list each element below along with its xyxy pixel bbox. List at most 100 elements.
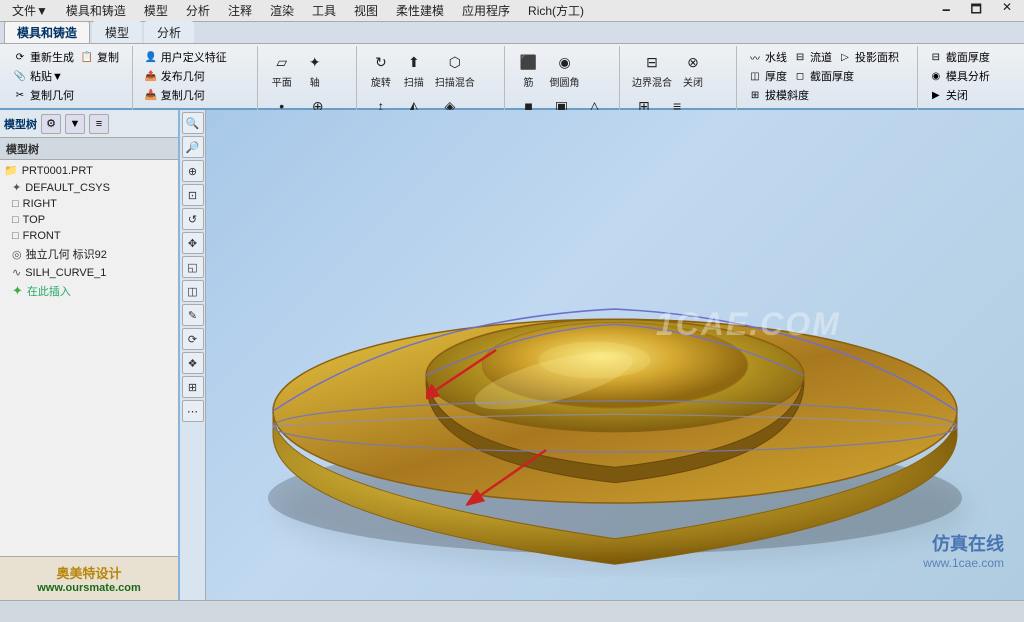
tree-item-3[interactable]: □TOP bbox=[0, 212, 178, 228]
menu-file[interactable]: 文件▼ bbox=[4, 0, 56, 21]
btn-waterline[interactable]: 〰 水线 bbox=[745, 48, 789, 66]
btn-copy-geom2[interactable]: 📥 复制几何 bbox=[141, 86, 207, 104]
tree-item-2[interactable]: □RIGHT bbox=[0, 196, 178, 212]
copy-geom-icon: ✂ bbox=[12, 87, 28, 103]
side-toolbar: 🔍 🔎 ⊕ ⊡ ↺ ✥ ◱ ◫ ✎ ⟳ ❖ ⊞ ⋯ bbox=[180, 110, 206, 600]
copy-geom2-icon: 📥 bbox=[143, 87, 159, 103]
btn-mold-analysis[interactable]: ◉ 模具分析 bbox=[926, 67, 992, 85]
btn-close[interactable]: ⊗ 关闭 bbox=[677, 48, 709, 91]
section-analysis-icon: ⊟ bbox=[928, 49, 944, 65]
tab-mold[interactable]: 模具和铸造 bbox=[4, 21, 90, 43]
getdata-buttons: 👤 用户定义特征 📤 发布几何 📥 复制几何 bbox=[141, 46, 251, 106]
side-pan[interactable]: ✥ bbox=[182, 232, 204, 254]
side-zoom-area[interactable]: ⊕ bbox=[182, 160, 204, 182]
btn-paste[interactable]: 📎 粘贴▼ bbox=[10, 67, 65, 85]
btn-copy-geom[interactable]: ✂ 复制几何 bbox=[10, 86, 76, 104]
btn-axis[interactable]: ✦ 轴 bbox=[299, 48, 331, 91]
model-tree: 📁PRT0001.PRT✦DEFAULT_CSYS□RIGHT□TOP□FRON… bbox=[0, 160, 178, 556]
btn-runner[interactable]: ⊟ 流道 bbox=[790, 48, 834, 66]
menu-view[interactable]: 视图 bbox=[346, 0, 386, 21]
tree-item-1[interactable]: ✦DEFAULT_CSYS bbox=[0, 179, 178, 196]
website: www.oursmate.com bbox=[6, 582, 172, 594]
menu-analysis[interactable]: 分析 bbox=[178, 0, 218, 21]
revolve-icon: ↻ bbox=[369, 50, 393, 74]
side-zoom-out[interactable]: 🔎 bbox=[182, 136, 204, 158]
side-fit[interactable]: ⊡ bbox=[182, 184, 204, 206]
side-options[interactable]: ❖ bbox=[182, 352, 204, 374]
btn-close-analysis[interactable]: ▶ 关闭 bbox=[926, 86, 970, 104]
ribbon: 模具和铸造 模型 分析 ⟳ 重新生成 📋 复制 📎 粘贴▼ ✂ bbox=[0, 22, 1024, 110]
btn-thickness[interactable]: ◫ 厚度 bbox=[745, 67, 789, 85]
btn-section-thickness[interactable]: ◻ 截面厚度 bbox=[790, 67, 856, 85]
runner-icon: ⊟ bbox=[792, 49, 808, 65]
tree-icon-2: □ bbox=[12, 198, 19, 210]
operations-buttons: ⟳ 重新生成 📋 复制 📎 粘贴▼ ✂ 复制几何 bbox=[10, 46, 126, 106]
side-annotate[interactable]: ✎ bbox=[182, 304, 204, 326]
btn-publish-geom[interactable]: 📤 发布几何 bbox=[141, 67, 207, 85]
btn-fillet[interactable]: ◉ 倒圆角 bbox=[546, 48, 584, 91]
side-section[interactable]: ◫ bbox=[182, 280, 204, 302]
tree-icon-0: 📁 bbox=[4, 164, 18, 177]
btn-copy[interactable]: 📋 复制 bbox=[77, 48, 121, 66]
waterline-icon: 〰 bbox=[747, 49, 763, 65]
menu-flexible[interactable]: 柔性建模 bbox=[388, 0, 452, 21]
side-rotate[interactable]: ↺ bbox=[182, 208, 204, 230]
menu-model[interactable]: 模型 bbox=[136, 0, 176, 21]
side-more[interactable]: ⋯ bbox=[182, 400, 204, 422]
side-zoom-in[interactable]: 🔍 bbox=[182, 112, 204, 134]
btn-boundary-blend[interactable]: ⊟ 边界混合 bbox=[628, 48, 676, 91]
tree-item-5[interactable]: ◎独立几何 标识92 bbox=[0, 244, 178, 264]
btn-rib[interactable]: ⬛ 筋 bbox=[513, 48, 545, 91]
regenerate-icon: ⟳ bbox=[12, 49, 28, 65]
btn-revolve[interactable]: ↻ 旋转 bbox=[365, 48, 397, 91]
side-refresh[interactable]: ⟳ bbox=[182, 328, 204, 350]
side-orient[interactable]: ◱ bbox=[182, 256, 204, 278]
tree-icon-5: ◎ bbox=[12, 248, 22, 261]
side-grid[interactable]: ⊞ bbox=[182, 376, 204, 398]
btn-plane[interactable]: ▱ 平面 bbox=[266, 48, 298, 91]
panel-expand-button[interactable]: ▼ bbox=[65, 114, 85, 134]
menu-annotation[interactable]: 注释 bbox=[220, 0, 260, 21]
menu-applications[interactable]: 应用程序 bbox=[454, 0, 518, 21]
btn-sweep-blend[interactable]: ⬡ 扫描混合 bbox=[431, 48, 479, 91]
btn-proj-area[interactable]: ▷ 投影面积 bbox=[835, 48, 901, 66]
tree-item-4[interactable]: □FRONT bbox=[0, 228, 178, 244]
fillet-icon: ◉ bbox=[553, 50, 577, 74]
tab-analysis[interactable]: 分析 bbox=[144, 21, 194, 43]
menu-render[interactable]: 渲染 bbox=[262, 0, 302, 21]
panel-settings-button[interactable]: ⚙ bbox=[41, 114, 61, 134]
btn-sweep[interactable]: ⬆ 扫描 bbox=[398, 48, 430, 91]
thickness-icon: ◫ bbox=[747, 68, 763, 84]
tree-item-7[interactable]: ✦在此插入 bbox=[0, 281, 178, 301]
insert-icon: ✦ bbox=[12, 283, 23, 299]
panel-title: 模型树 bbox=[4, 116, 37, 132]
btn-draft-slope[interactable]: ⊞ 拔模斜度 bbox=[745, 86, 811, 104]
btn-regenerate[interactable]: ⟳ 重新生成 bbox=[10, 48, 76, 66]
viewport[interactable]: 1CAE.COM 仿真在线 www.1cae.com bbox=[206, 110, 1024, 600]
tab-model[interactable]: 模型 bbox=[92, 21, 142, 43]
close-button[interactable]: ✕ bbox=[994, 0, 1020, 23]
production-buttons: 〰 水线 ⊟ 流道 ▷ 投影面积 ◫ 厚度 ◻ 截面厚度 bbox=[745, 46, 911, 106]
draft-slope-icon: ⊞ bbox=[747, 87, 763, 103]
user-feature-icon: 👤 bbox=[143, 49, 159, 65]
close-analysis-icon: ▶ bbox=[928, 87, 944, 103]
tree-icon-3: □ bbox=[12, 214, 19, 226]
maximize-button[interactable]: 🗖 bbox=[963, 0, 990, 23]
3d-model-svg bbox=[206, 110, 1024, 600]
panel-options-button[interactable]: ≡ bbox=[89, 114, 109, 134]
btn-section-analysis[interactable]: ⊟ 截面厚度 bbox=[926, 48, 992, 66]
ribbon-tabs: 模具和铸造 模型 分析 bbox=[0, 22, 1024, 44]
tree-icon-1: ✦ bbox=[12, 181, 21, 194]
menu-rich[interactable]: Rich(方工) bbox=[520, 0, 592, 21]
tree-item-0[interactable]: 📁PRT0001.PRT bbox=[0, 162, 178, 179]
tree-item-6[interactable]: ∿SILH_CURVE_1 bbox=[0, 264, 178, 281]
publish-icon: 📤 bbox=[143, 68, 159, 84]
btn-user-feature[interactable]: 👤 用户定义特征 bbox=[141, 48, 229, 66]
menu-mold[interactable]: 模具和铸造 bbox=[58, 0, 134, 21]
close2-icon: ⊗ bbox=[681, 50, 705, 74]
status-bar bbox=[0, 600, 1024, 622]
rib-icon: ⬛ bbox=[517, 50, 541, 74]
minimize-button[interactable]: 🗕 bbox=[934, 0, 959, 23]
menu-tools[interactable]: 工具 bbox=[304, 0, 344, 21]
sweep-blend-icon: ⬡ bbox=[443, 50, 467, 74]
